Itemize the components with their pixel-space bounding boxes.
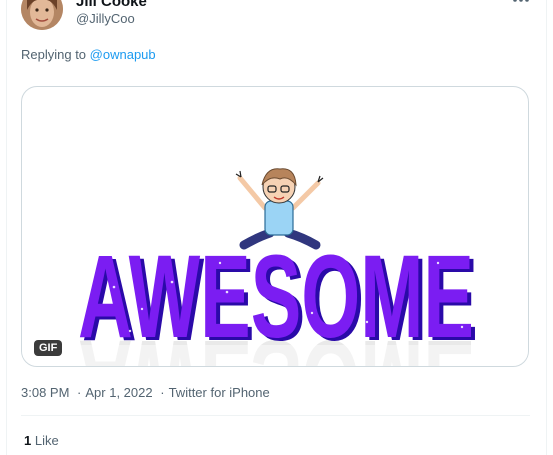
author-handle[interactable]: @JillyCoo xyxy=(76,11,135,26)
awesome-gif-image: AWESOME AWESOME AWESOME xyxy=(22,168,528,366)
svg-text:AWESOME: AWESOME xyxy=(78,231,474,363)
likes-count: 1 xyxy=(24,433,32,448)
timestamp-date-link[interactable]: Apr 1, 2022 xyxy=(85,385,152,400)
likes-label: Like xyxy=(34,433,59,448)
gif-badge: GIF xyxy=(34,340,63,356)
meta-separator: · xyxy=(160,385,165,400)
timeline-border-right xyxy=(546,0,547,455)
replying-to-mention-link[interactable]: @ownapub xyxy=(90,47,156,62)
divider xyxy=(21,415,530,416)
avatar-photo xyxy=(21,0,63,30)
awesome-lettering: AWESOME AWESOME xyxy=(78,231,478,366)
timeline-border-left xyxy=(6,0,7,455)
tweet-meta: 3:08 PM · Apr 1, 2022 · Twitter for iPhone xyxy=(21,385,270,400)
author-name[interactable]: Jill Cooke xyxy=(76,0,147,9)
author-avatar[interactable] xyxy=(21,0,63,30)
tweet-source-link[interactable]: Twitter for iPhone xyxy=(169,385,270,400)
meta-separator: · xyxy=(77,385,82,400)
replying-to: Replying to @ownapub xyxy=(21,47,156,62)
replying-to-prefix: Replying to xyxy=(21,47,87,62)
likes-count-link[interactable]: 1 Like xyxy=(24,433,59,448)
more-horizontal-icon[interactable] xyxy=(511,0,531,6)
timestamp-time-link[interactable]: 3:08 PM xyxy=(21,385,69,400)
gif-media-card[interactable]: AWESOME AWESOME AWESOME xyxy=(21,86,529,367)
